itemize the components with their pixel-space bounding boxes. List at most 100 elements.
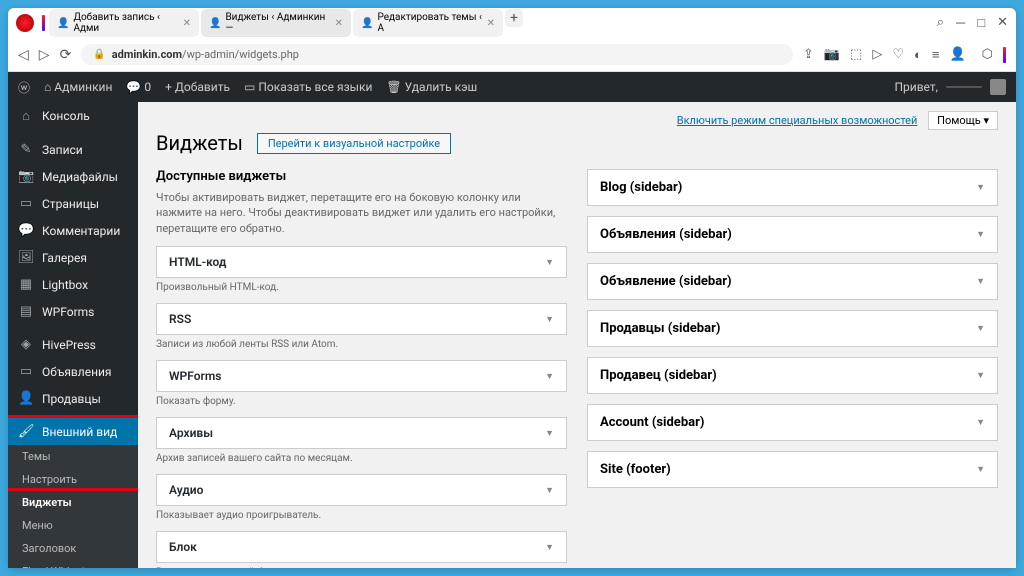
chevron-down-icon: ▼ bbox=[976, 182, 985, 193]
widget-area[interactable]: Продавцы (sidebar)▼ bbox=[587, 310, 998, 347]
help-button[interactable]: Помощь ▾ bbox=[928, 111, 998, 130]
media-icon: 📷 bbox=[18, 169, 34, 184]
widget-area[interactable]: Account (sidebar)▼ bbox=[587, 404, 998, 441]
accessibility-link[interactable]: Включить режим специальных возможностей bbox=[677, 114, 918, 127]
sidebar-item-pages[interactable]: ▭Страницы bbox=[8, 190, 138, 217]
pin-icon: ✎ bbox=[18, 142, 34, 157]
share-icon[interactable]: ⇪ bbox=[803, 47, 814, 63]
chevron-down-icon: ▼ bbox=[545, 371, 554, 382]
tab-close-icon[interactable]: ✕ bbox=[183, 18, 191, 29]
back-icon[interactable]: ◁ bbox=[18, 47, 29, 63]
chevron-down-icon: ▼ bbox=[976, 229, 985, 240]
cache-link[interactable]: 🗑 Удалить кэш bbox=[386, 80, 477, 94]
sidebar-item-media[interactable]: 📷Медиафайлы bbox=[8, 163, 138, 190]
chevron-down-icon: ▼ bbox=[545, 314, 554, 325]
browser-tab[interactable]: 👤 Добавить запись ‹ Адми✕ bbox=[49, 9, 199, 37]
chevron-down-icon: ▼ bbox=[545, 485, 554, 496]
profile-icon[interactable]: 👤 bbox=[949, 47, 965, 63]
subitem-menus[interactable]: Меню bbox=[8, 514, 138, 537]
widget-area[interactable]: Объявление (sidebar)▼ bbox=[587, 263, 998, 300]
sidebar-item-gallery[interactable]: 🖼Галерея bbox=[8, 244, 138, 271]
sidebar-item-lightbox[interactable]: ▦Lightbox bbox=[8, 271, 138, 298]
heart-icon[interactable]: ♡ bbox=[892, 47, 904, 63]
page-icon: ▭ bbox=[18, 196, 34, 211]
available-heading: Доступные виджеты bbox=[156, 169, 567, 184]
chevron-down-icon: ▼ bbox=[545, 428, 554, 439]
new-tab-button[interactable]: + bbox=[505, 9, 523, 27]
widget-desc: Архив записей вашего сайта по месяцам. bbox=[156, 453, 567, 464]
reload-icon[interactable]: ⟳ bbox=[60, 47, 72, 63]
main-content: Включить режим специальных возможностей … bbox=[138, 102, 1016, 568]
widget-desc: Виджет содержащий блок. bbox=[156, 567, 567, 568]
wp-admin-bar: ⓦ ⌂ Админкин 💬 0 + Добавить ▭ Показать в… bbox=[8, 72, 1016, 102]
camera-icon[interactable]: 📷 bbox=[824, 47, 840, 63]
username-redacted bbox=[946, 86, 982, 88]
subitem-header[interactable]: Заголовок bbox=[8, 537, 138, 560]
opera-logo bbox=[16, 14, 34, 32]
forward-icon[interactable]: ▷ bbox=[39, 47, 50, 63]
address-bar[interactable]: 🔒 adminkin.com/wp-admin/widgets.php bbox=[81, 44, 793, 65]
widget-item[interactable]: HTML-код▼ bbox=[156, 246, 567, 278]
widget-desc: Произвольный HTML-код. bbox=[156, 282, 567, 293]
chevron-down-icon: ▼ bbox=[976, 276, 985, 287]
sidebar-item-comments[interactable]: 💬Комментарии bbox=[8, 217, 138, 244]
toggle-icon[interactable]: ◐ bbox=[914, 47, 922, 63]
search-icon[interactable]: ⌕ bbox=[937, 15, 944, 31]
widget-area[interactable]: Продавец (sidebar)▼ bbox=[587, 357, 998, 394]
add-new-link[interactable]: + Добавить bbox=[165, 80, 230, 94]
gallery-icon: 🖼 bbox=[18, 250, 34, 265]
chevron-down-icon: ▼ bbox=[976, 464, 985, 475]
widget-item[interactable]: Архивы▼ bbox=[156, 417, 567, 449]
opera-sidebar-icon[interactable] bbox=[1003, 47, 1006, 63]
sidebar-toggle[interactable] bbox=[42, 15, 45, 31]
widget-area[interactable]: Объявления (sidebar)▼ bbox=[587, 216, 998, 253]
browser-tab[interactable]: 👤 Редактировать темы ‹ А✕ bbox=[353, 9, 503, 37]
available-desc: Чтобы активировать виджет, перетащите ег… bbox=[156, 190, 567, 236]
widget-item[interactable]: Блок▼ bbox=[156, 531, 567, 563]
sidebar-item-listings[interactable]: ▭Объявления bbox=[8, 358, 138, 385]
widget-item[interactable]: RSS▼ bbox=[156, 303, 567, 335]
widget-area[interactable]: Site (footer)▼ bbox=[587, 451, 998, 488]
brush-icon: 🖌 bbox=[18, 424, 34, 439]
ext-icon[interactable]: ⬡ bbox=[982, 47, 993, 63]
chevron-down-icon: ▼ bbox=[545, 257, 554, 268]
wp-logo-icon[interactable]: ⓦ bbox=[18, 79, 30, 96]
sidebar-item-dashboard[interactable]: ⌂Консоль bbox=[8, 102, 138, 130]
subitem-fixedwidget[interactable]: Fixed Widget bbox=[8, 560, 138, 568]
widget-item[interactable]: WPForms▼ bbox=[156, 360, 567, 392]
greeting[interactable]: Привет, bbox=[894, 80, 938, 94]
site-link[interactable]: ⌂ Админкин bbox=[44, 80, 112, 94]
languages-link[interactable]: ▭ Показать все языки bbox=[244, 80, 372, 94]
comment-icon: 💬 bbox=[18, 223, 34, 238]
avatar[interactable] bbox=[990, 79, 1006, 95]
menu-icon[interactable]: ≡ bbox=[932, 47, 940, 63]
browser-tab[interactable]: 👤 Виджеты ‹ Админкин —✕ bbox=[201, 9, 351, 37]
tab-close-icon[interactable]: ✕ bbox=[335, 18, 343, 29]
chevron-down-icon: ▼ bbox=[545, 542, 554, 553]
maximize-icon[interactable]: □ bbox=[977, 15, 985, 31]
chevron-down-icon: ▼ bbox=[976, 370, 985, 381]
tab-close-icon[interactable]: ✕ bbox=[487, 18, 495, 29]
sidebar-item-vendors[interactable]: 👤Продавцы bbox=[8, 385, 138, 412]
page-title: Виджеты bbox=[156, 131, 243, 155]
hivepress-icon: ◈ bbox=[18, 337, 34, 352]
play-icon[interactable]: ▷ bbox=[872, 47, 882, 63]
cube-icon[interactable]: ⬚ bbox=[850, 47, 862, 63]
widget-desc: Показывает аудио проигрыватель. bbox=[156, 510, 567, 521]
visual-editor-button[interactable]: Перейти к визуальной настройке bbox=[257, 133, 451, 154]
sidebar-item-wpforms[interactable]: ▤WPForms bbox=[8, 298, 138, 325]
subitem-widgets[interactable]: Виджеты bbox=[8, 491, 138, 514]
sidebar-item-hivepress[interactable]: ◈HivePress bbox=[8, 331, 138, 358]
sidebar-item-posts[interactable]: ✎Записи bbox=[8, 136, 138, 163]
subitem-themes[interactable]: Темы bbox=[8, 445, 138, 468]
widget-desc: Записи из любой ленты RSS или Atom. bbox=[156, 339, 567, 350]
sidebar-item-appearance[interactable]: 🖌Внешний вид bbox=[8, 418, 138, 445]
close-icon[interactable]: ✕ bbox=[997, 15, 1008, 31]
lock-icon: 🔒 bbox=[93, 49, 105, 60]
comments-link[interactable]: 💬 0 bbox=[126, 80, 151, 94]
browser-titlebar: 👤 Добавить запись ‹ Адми✕ 👤 Виджеты ‹ Ад… bbox=[8, 8, 1016, 38]
widget-item[interactable]: Аудио▼ bbox=[156, 474, 567, 506]
minimize-icon[interactable]: ─ bbox=[956, 15, 965, 31]
admin-sidebar: ⌂Консоль ✎Записи 📷Медиафайлы ▭Страницы 💬… bbox=[8, 102, 138, 568]
widget-area[interactable]: Blog (sidebar)▼ bbox=[587, 169, 998, 206]
